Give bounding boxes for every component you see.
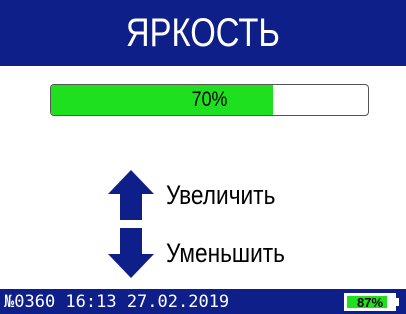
- brightness-progress-label: 70%: [191, 88, 228, 111]
- decrease-button[interactable]: Уменьшить: [108, 228, 308, 278]
- status-text: №0360 16:13 27.02.2019: [4, 291, 230, 312]
- battery-indicator: 87%: [344, 293, 396, 311]
- title-bar: ЯРКОСТЬ: [0, 0, 406, 66]
- arrow-up-icon: [108, 170, 154, 220]
- increase-button[interactable]: Увеличить: [108, 170, 296, 220]
- decrease-label: Уменьшить: [166, 237, 286, 268]
- brightness-progress-bar: 70%: [50, 84, 369, 116]
- status-bar: №0360 16:13 27.02.2019 87%: [0, 289, 406, 314]
- arrow-down-icon: [108, 228, 154, 278]
- brightness-screen: ЯРКОСТЬ 70% Увеличить Уменьшить №0360 16…: [0, 0, 406, 314]
- battery-tip-icon: [396, 298, 399, 306]
- increase-label: Увеличить: [166, 179, 276, 210]
- battery-label: 87%: [356, 294, 384, 310]
- page-title: ЯРКОСТЬ: [126, 11, 280, 55]
